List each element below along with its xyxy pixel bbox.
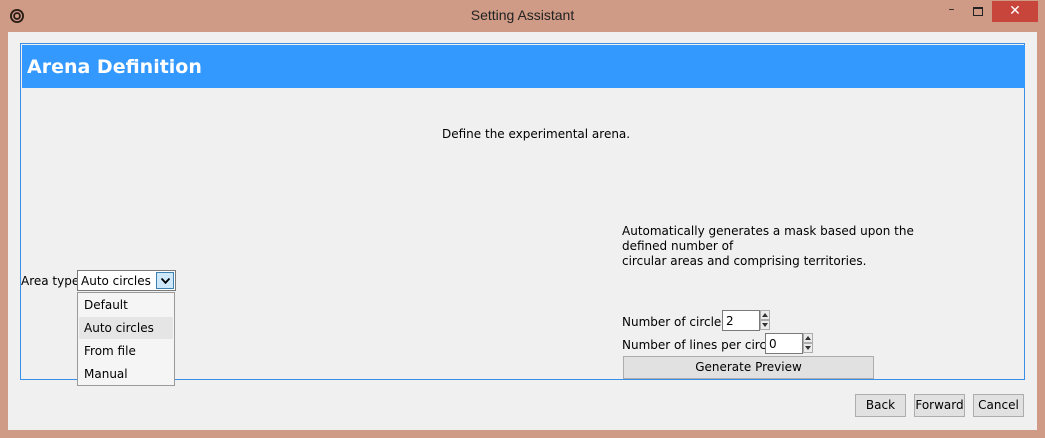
title-bar: Setting Assistant – ✕ (0, 0, 1045, 32)
instruction-text: Define the experimental arena. (442, 127, 631, 141)
window-title: Setting Assistant (470, 7, 575, 23)
lines-per-circle-input[interactable]: 0 (765, 333, 803, 354)
cancel-button[interactable]: Cancel (973, 394, 1024, 417)
chevron-down-icon (161, 278, 170, 284)
spin-up-icon[interactable] (760, 310, 770, 320)
dropdown-option-auto-circles[interactable]: Auto circles (79, 317, 173, 339)
back-button[interactable]: Back (855, 394, 906, 417)
dropdown-button[interactable] (156, 272, 174, 289)
circles-input[interactable]: 2 (722, 310, 760, 331)
area-type-label: Area type: (21, 274, 84, 288)
minimize-icon[interactable]: – (938, 1, 965, 22)
area-type-selected-value: Auto circles (81, 274, 151, 288)
description-line: Automatically generates a mask based upo… (622, 224, 914, 238)
dropdown-option-manual[interactable]: Manual (79, 363, 173, 385)
circles-spinner[interactable] (760, 310, 770, 331)
maximize-icon[interactable] (965, 1, 992, 22)
dropdown-option-default[interactable]: Default (79, 294, 173, 316)
dropdown-option-from-file[interactable]: From file (79, 340, 173, 362)
circles-label: Number of circles: (622, 315, 732, 329)
spin-up-icon[interactable] (803, 333, 813, 343)
close-icon[interactable]: ✕ (992, 1, 1038, 22)
area-type-select[interactable]: Auto circles (77, 270, 176, 291)
lines-per-circle-spinner[interactable] (803, 333, 813, 354)
lines-per-circle-value: 0 (769, 337, 777, 351)
page-title: Arena Definition (27, 56, 202, 78)
generate-preview-button[interactable]: Generate Preview (623, 356, 874, 379)
circles-value: 2 (726, 314, 734, 328)
area-type-dropdown-list: Default Auto circles From file Manual (77, 292, 175, 386)
description-line: circular areas and comprising territorie… (622, 254, 867, 268)
area-type-description: Automatically generates a mask based upo… (622, 224, 914, 269)
description-line: defined number of (622, 239, 734, 253)
lines-per-circle-label: Number of lines per circle: (622, 338, 781, 352)
spin-down-icon[interactable] (803, 343, 813, 353)
forward-button[interactable]: Forward (914, 394, 965, 417)
spin-down-icon[interactable] (760, 320, 770, 330)
header-banner: Arena Definition (22, 45, 1025, 88)
